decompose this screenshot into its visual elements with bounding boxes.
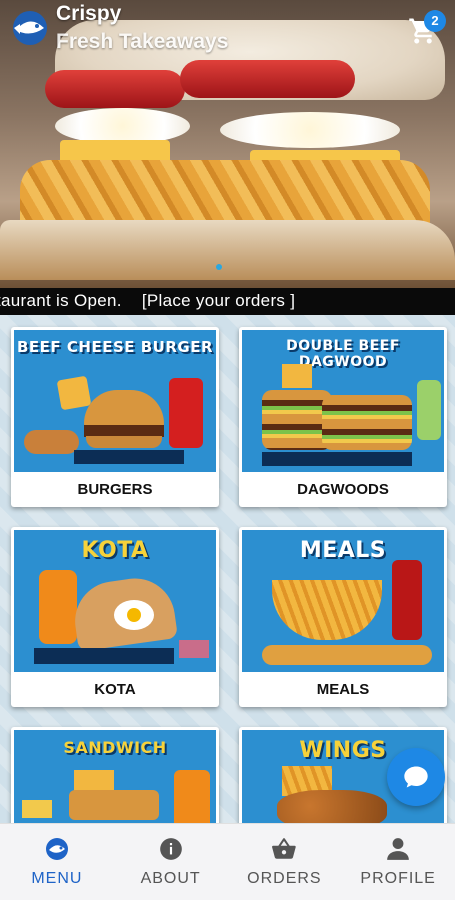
fish-logo-icon — [13, 11, 47, 45]
egg — [55, 108, 190, 144]
carousel-indicator[interactable] — [216, 264, 222, 270]
nav-label: ABOUT — [140, 870, 201, 887]
basket-icon — [272, 838, 297, 859]
brand: Crispy Fresh Takeaways — [10, 0, 228, 60]
category-card-kota[interactable]: KOTA KOTA — [11, 527, 219, 707]
category-card-burgers[interactable]: BEEF CHEESE BURGER BURGERS — [11, 327, 219, 507]
sausage — [45, 70, 185, 108]
kota-image: KOTA — [14, 530, 216, 672]
app-title: Crispy — [56, 2, 122, 25]
nav-label: MENU — [31, 870, 83, 887]
person-icon — [387, 838, 409, 860]
nav-orders[interactable]: ORDERS — [228, 824, 342, 900]
sandwich-image: SANDWICH — [14, 730, 216, 823]
card-art-title: SANDWICH — [63, 738, 167, 757]
info-icon — [159, 838, 182, 860]
category-label: MEALS — [239, 674, 447, 704]
ticker-text: taurant is Open. [Place your orders ] — [0, 291, 296, 310]
card-art-title: DOUBLE BEEF DAGWOOD — [286, 338, 400, 370]
category-label: BURGERS — [11, 474, 219, 504]
burgers-image: BEEF CHEESE BURGER — [14, 330, 216, 472]
nav-label: ORDERS — [247, 870, 322, 887]
category-label: KOTA — [11, 674, 219, 704]
chat-bubble-icon — [404, 766, 428, 788]
egg — [220, 112, 400, 148]
nav-about[interactable]: ABOUT — [114, 824, 228, 900]
chat-button[interactable] — [387, 748, 445, 806]
category-grid[interactable]: BEEF CHEESE BURGER BURGERS DOUBLE BEEF D… — [0, 315, 455, 823]
sausage — [180, 60, 355, 98]
announcement-ticker: taurant is Open. [Place your orders ] — [0, 288, 455, 315]
bread-bottom — [0, 220, 455, 280]
menu-logo-icon — [45, 838, 68, 860]
category-card-meals[interactable]: MEALS MEALS — [239, 527, 447, 707]
card-art-title: BEEF CHEESE BURGER — [17, 338, 213, 356]
bottom-navigation: MENU ABOUT ORDERS PROFILE — [0, 823, 455, 900]
category-card-dagwoods[interactable]: DOUBLE BEEF DAGWOOD DAGWOODS — [239, 327, 447, 507]
cart-count-badge: 2 — [424, 10, 446, 32]
nav-profile[interactable]: PROFILE — [341, 824, 455, 900]
category-card-sandwich[interactable]: SANDWICH — [11, 727, 219, 823]
category-label: DAGWOODS — [239, 474, 447, 504]
dagwoods-image: DOUBLE BEEF DAGWOOD — [242, 330, 444, 472]
nav-label: PROFILE — [360, 870, 436, 887]
nav-menu[interactable]: MENU — [0, 824, 114, 900]
card-art-title: KOTA — [81, 538, 149, 563]
meals-image: MEALS — [242, 530, 444, 672]
app-subtitle: Fresh Takeaways — [56, 30, 229, 53]
